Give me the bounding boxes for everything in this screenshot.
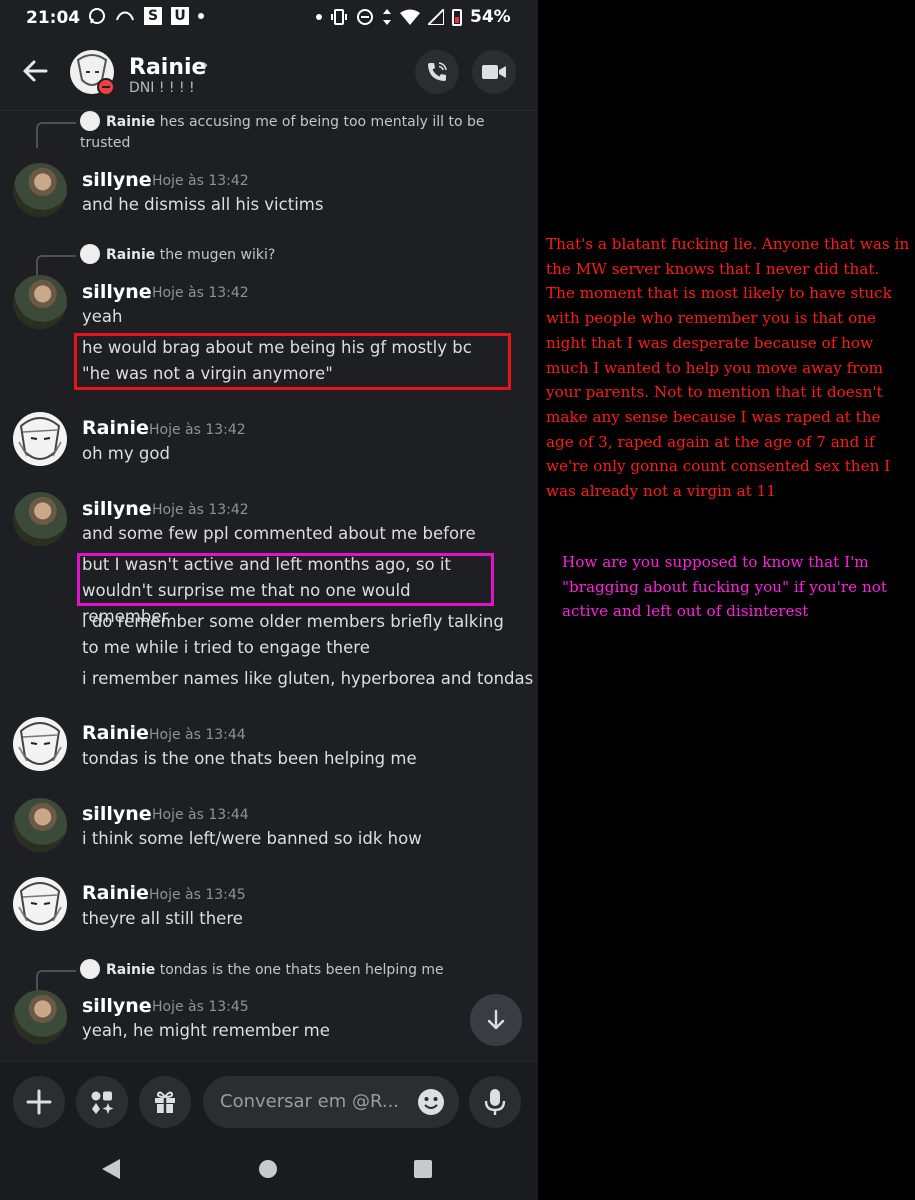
reply-connector [36, 122, 76, 148]
reply-reference[interactable]: Rainie the mugen wiki? [80, 244, 275, 266]
home-circle-icon[interactable] [257, 1158, 279, 1180]
plus-icon [26, 1089, 52, 1115]
message-author[interactable]: sillyne [82, 995, 152, 1017]
highlight-box-magenta [77, 553, 494, 606]
whatsapp-icon [89, 8, 105, 24]
jump-to-bottom-button[interactable] [470, 994, 522, 1046]
avatar [80, 111, 100, 131]
annotation-magenta: How are you supposed to know that I'm "b… [562, 553, 887, 621]
apps-icon [91, 1091, 114, 1114]
reply-author: Rainie [106, 962, 156, 978]
s-icon: S [144, 7, 162, 25]
reply-reference[interactable]: Rainie hes accusing me of being too ment… [80, 111, 500, 154]
arrow-down-icon [487, 1009, 505, 1030]
signal-app-icon [116, 11, 134, 21]
phone-screenshot: 21:04 S U 54% Rainie › DNI ! ! ! ! Raini… [0, 0, 538, 1200]
avatar[interactable] [13, 798, 67, 852]
avatar[interactable] [13, 492, 67, 546]
reply-author: Rainie [106, 114, 156, 130]
avatar[interactable] [13, 275, 67, 329]
message-author[interactable]: sillyne [82, 169, 152, 191]
reply-text: the mugen wiki? [159, 247, 276, 263]
contact-name[interactable]: Rainie [129, 55, 206, 80]
cell-signal-icon [428, 9, 444, 25]
status-bar: 21:04 S U 54% [0, 0, 538, 36]
microphone-icon [484, 1089, 506, 1115]
battery-percent: 54% [470, 7, 511, 27]
message-author[interactable]: sillyne [82, 281, 152, 303]
notification-icons: S U [88, 7, 204, 25]
emoji-icon[interactable] [417, 1088, 445, 1116]
avatar[interactable] [13, 717, 67, 771]
annotation-red: That's a blatant fucking lie. Anyone tha… [546, 235, 910, 501]
chevron-right-icon[interactable]: › [202, 55, 208, 74]
video-call-button[interactable] [472, 50, 516, 94]
message-text: tondas is the one thats been helping me [82, 749, 417, 768]
avatar[interactable] [13, 163, 67, 217]
dnd-icon [357, 9, 373, 25]
message-text: yeah, he might remember me [82, 1021, 330, 1040]
message-timestamp: Hoje às 13:44 [152, 807, 249, 823]
message-author[interactable]: sillyne [82, 498, 152, 520]
message-text: i think some left/were banned so idk how [82, 829, 422, 848]
dnd-status-icon [97, 78, 115, 96]
phone-icon [428, 62, 447, 81]
message-timestamp: Hoje às 13:45 [152, 999, 249, 1015]
back-triangle-icon[interactable] [100, 1158, 122, 1180]
avatar[interactable] [13, 990, 67, 1044]
message-timestamp: Hoje às 13:42 [149, 422, 246, 438]
voice-message-button[interactable] [469, 1076, 521, 1128]
apps-button[interactable] [76, 1076, 128, 1128]
message-timestamp: Hoje às 13:42 [152, 502, 249, 518]
message-author[interactable]: Rainie [82, 882, 149, 904]
video-icon [482, 65, 506, 79]
avatar[interactable] [13, 412, 67, 466]
gift-button[interactable] [139, 1076, 191, 1128]
reply-reference[interactable]: Rainie tondas is the one thats been help… [80, 959, 444, 981]
recents-square-icon[interactable] [413, 1159, 433, 1179]
message-text: oh my god [82, 444, 170, 463]
message-author[interactable]: Rainie [82, 722, 149, 744]
message-text: i remember names like gluten, hyperborea… [82, 669, 534, 688]
vibrate-icon [331, 9, 347, 25]
dot-icon [198, 13, 204, 19]
message-text: and he dismiss all his victims [82, 195, 324, 214]
reply-text: tondas is the one thats been helping me [159, 962, 444, 978]
highlight-box-red [74, 333, 511, 390]
voice-call-button[interactable] [415, 50, 459, 94]
status-time: 21:04 [26, 8, 81, 28]
message-text: i do remember some older members briefly… [82, 612, 504, 657]
message-input-placeholder: Conversar em @R... [220, 1091, 400, 1112]
chat-header: Rainie › DNI ! ! ! ! [0, 38, 538, 111]
message-timestamp: Hoje às 13:44 [149, 727, 246, 743]
data-arrows-icon [383, 9, 391, 25]
gift-icon [155, 1091, 175, 1113]
battery-icon [452, 8, 462, 26]
dot-icon [316, 14, 322, 20]
message-timestamp: Hoje às 13:42 [152, 173, 249, 189]
contact-status: DNI ! ! ! ! [129, 80, 195, 96]
message-text: theyre all still there [82, 909, 243, 928]
message-composer: Conversar em @R... [0, 1061, 538, 1142]
message-timestamp: Hoje às 13:42 [152, 285, 249, 301]
android-nav-bar [0, 1141, 538, 1200]
avatar [80, 959, 100, 979]
message-timestamp: Hoje às 13:45 [149, 887, 246, 903]
message-author[interactable]: sillyne [82, 803, 152, 825]
message-text: and some few ppl commented about me befo… [82, 524, 476, 543]
add-attachment-button[interactable] [13, 1076, 65, 1128]
avatar [80, 244, 100, 264]
message-author[interactable]: Rainie [82, 417, 149, 439]
avatar[interactable] [13, 877, 67, 931]
message-text: yeah [82, 307, 123, 326]
wifi-icon [400, 9, 420, 25]
back-arrow-icon[interactable] [20, 56, 50, 86]
u-icon: U [171, 7, 189, 25]
reply-author: Rainie [106, 247, 156, 263]
system-icons: 54% [316, 7, 511, 27]
